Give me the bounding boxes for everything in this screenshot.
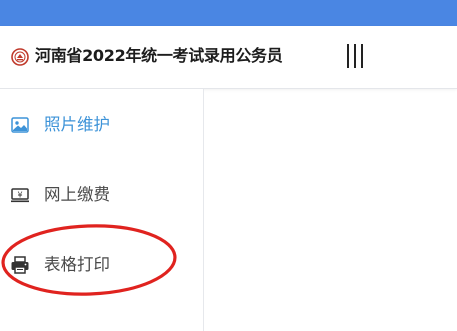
sidebar-item-label: 网上缴费 xyxy=(44,185,110,204)
vertical-bar-icon xyxy=(354,44,356,68)
page-header: 河南省2022年统一考试录用公务员 xyxy=(0,26,457,89)
sidebar-item-photo[interactable]: 照片维护 xyxy=(0,100,203,150)
browser-top-bar xyxy=(0,0,457,26)
vertical-bar-icon xyxy=(361,44,363,68)
page-title: 河南省2022年统一考试录用公务员 xyxy=(35,46,283,65)
exam-seal-logo-icon xyxy=(11,48,29,66)
svg-text:¥: ¥ xyxy=(17,191,22,200)
sidebar-item-payment[interactable]: ¥ 网上缴费 xyxy=(0,170,203,220)
sidebar-item-label: 照片维护 xyxy=(44,115,110,134)
yuan-payment-icon: ¥ xyxy=(11,188,29,203)
sidebar-item-print[interactable]: 表格打印 xyxy=(0,240,203,290)
menu-toggle-button[interactable] xyxy=(340,41,370,71)
sidebar: 照片维护 ¥ 网上缴费 表格打印 xyxy=(0,89,204,331)
image-icon xyxy=(11,117,29,133)
printer-icon xyxy=(11,256,29,274)
sidebar-item-label: 表格打印 xyxy=(44,255,110,274)
vertical-bar-icon xyxy=(347,44,349,68)
